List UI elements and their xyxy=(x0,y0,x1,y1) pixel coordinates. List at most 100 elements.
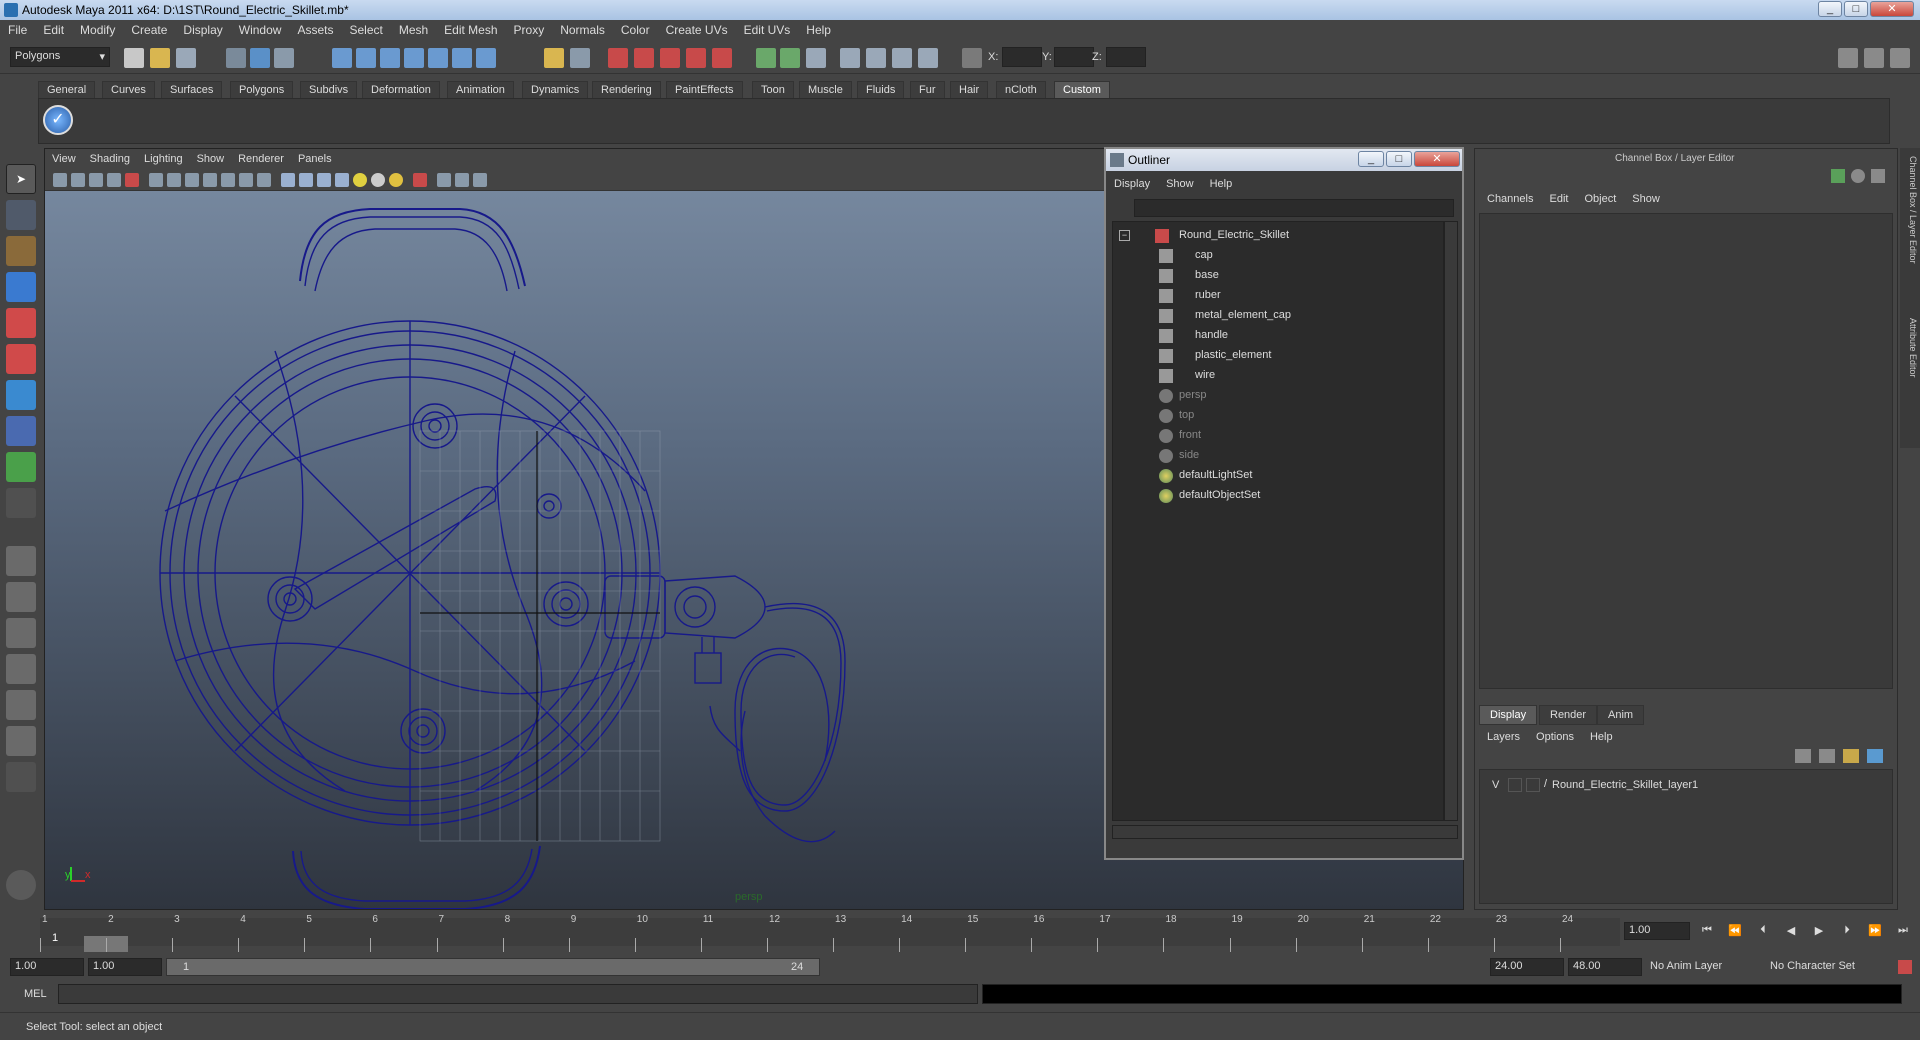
tab-painteffects[interactable]: PaintEffects xyxy=(666,81,743,98)
xray-icon[interactable] xyxy=(413,173,427,187)
character-set-dropdown[interactable]: No Character Set xyxy=(1770,960,1855,972)
viewport-menu-shading[interactable]: Shading xyxy=(83,149,137,165)
tool-settings-icon[interactable] xyxy=(918,48,938,68)
tab-rendering[interactable]: Rendering xyxy=(592,81,661,98)
outliner-item[interactable]: plastic_element xyxy=(1113,346,1443,366)
menu-create-uvs[interactable]: Create UVs xyxy=(658,20,736,37)
outliner-item[interactable]: metal_element_cap xyxy=(1113,306,1443,326)
camera-icon[interactable] xyxy=(840,48,860,68)
collapse-icon[interactable]: − xyxy=(1119,230,1130,241)
step-back-key-icon[interactable]: ⏪ xyxy=(1726,924,1744,940)
outliner-horizontal-scrollbar[interactable] xyxy=(1112,825,1458,839)
ipr-render-icon[interactable] xyxy=(634,48,654,68)
range-slider-bar[interactable]: 1 24 xyxy=(166,958,820,976)
show-menu[interactable]: Show xyxy=(1624,193,1668,205)
tab-animation[interactable]: Animation xyxy=(447,81,514,98)
channels-menu[interactable]: Channels xyxy=(1479,193,1541,205)
playback-start-field[interactable]: 1.00 xyxy=(88,958,162,976)
start-time-field[interactable]: 1.00 xyxy=(10,958,84,976)
outliner-close-button[interactable]: ✕ xyxy=(1414,151,1460,167)
maximize-button[interactable]: □ xyxy=(1844,1,1868,17)
new-scene-icon[interactable] xyxy=(124,48,144,68)
layer-color-swatch[interactable] xyxy=(1526,778,1540,792)
end-time-field[interactable]: 48.00 xyxy=(1568,958,1642,976)
outliner-menu-help[interactable]: Help xyxy=(1202,175,1241,190)
outliner-item[interactable]: wire xyxy=(1113,366,1443,386)
all-lights-icon[interactable] xyxy=(371,173,385,187)
anim-layer-dropdown[interactable]: No Anim Layer xyxy=(1650,960,1722,972)
new-layer-icon[interactable] xyxy=(1843,749,1859,763)
snap-view-plane-icon[interactable] xyxy=(404,48,424,68)
tab-fur[interactable]: Fur xyxy=(910,81,945,98)
lock-icon[interactable] xyxy=(544,48,564,68)
manipulator-icon[interactable] xyxy=(1851,169,1865,183)
channel-icon[interactable] xyxy=(892,48,912,68)
tab-anim[interactable]: Anim xyxy=(1597,705,1645,725)
y-field[interactable] xyxy=(1054,47,1094,67)
outliner-item[interactable]: persp xyxy=(1113,386,1443,406)
viewport-menu-renderer[interactable]: Renderer xyxy=(231,149,291,165)
layer-row[interactable]: V / Round_Electric_Skillet_layer1 xyxy=(1486,776,1886,796)
help-icon[interactable] xyxy=(476,48,496,68)
menu-color[interactable]: Color xyxy=(613,20,658,37)
outliner-item[interactable]: ruber xyxy=(1113,286,1443,306)
grid-icon[interactable] xyxy=(149,173,163,187)
options-menu[interactable]: Options xyxy=(1528,731,1582,743)
go-to-end-icon[interactable]: ⏭ xyxy=(1894,924,1912,940)
move-tool-icon[interactable] xyxy=(6,272,36,302)
menu-select[interactable]: Select xyxy=(341,20,390,37)
wireframe-on-shaded-icon[interactable] xyxy=(317,173,331,187)
render-view-icon[interactable] xyxy=(712,48,732,68)
relative-transform-icon[interactable] xyxy=(962,48,982,68)
viewport-menu-show[interactable]: Show xyxy=(190,149,232,165)
render-settings-icon[interactable] xyxy=(660,48,680,68)
play-backwards-icon[interactable]: ◀ xyxy=(1782,924,1800,940)
render-region-icon[interactable] xyxy=(570,48,590,68)
outliner-item[interactable]: top xyxy=(1113,406,1443,426)
select-hierarchy-icon[interactable] xyxy=(226,48,246,68)
menu-edit[interactable]: Edit xyxy=(35,20,72,37)
resolution-gate-icon[interactable] xyxy=(185,173,199,187)
tab-custom[interactable]: Custom xyxy=(1054,81,1110,98)
viewport-menu-view[interactable]: View xyxy=(45,149,83,165)
attribute-editor-toggle-icon[interactable] xyxy=(1838,48,1858,68)
history-icon[interactable] xyxy=(452,48,472,68)
select-by-name-icon[interactable] xyxy=(780,48,800,68)
tab-dynamics[interactable]: Dynamics xyxy=(522,81,589,98)
outliner-filter-field[interactable] xyxy=(1134,199,1454,217)
step-back-frame-icon[interactable]: ⏴ xyxy=(1754,924,1772,940)
camera-attributes-icon[interactable] xyxy=(71,173,85,187)
snap-grid-icon[interactable] xyxy=(332,48,352,68)
bookmark-icon[interactable] xyxy=(89,173,103,187)
menu-window[interactable]: Window xyxy=(231,20,290,37)
textured-icon[interactable] xyxy=(335,173,349,187)
outliner-maximize-button[interactable]: □ xyxy=(1386,151,1412,167)
viewport-menu-lighting[interactable]: Lighting xyxy=(137,149,190,165)
mel-label[interactable]: MEL xyxy=(24,988,47,1000)
soft-modification-icon[interactable] xyxy=(6,416,36,446)
tab-deformation[interactable]: Deformation xyxy=(362,81,440,98)
universal-manipulator-icon[interactable] xyxy=(6,380,36,410)
snap-point-icon[interactable] xyxy=(380,48,400,68)
menu-proxy[interactable]: Proxy xyxy=(506,20,553,37)
menu-file[interactable]: File xyxy=(0,20,35,37)
outliner-item[interactable]: side xyxy=(1113,446,1443,466)
outliner-item[interactable]: defaultLightSet xyxy=(1113,466,1443,486)
last-tool-icon[interactable] xyxy=(6,488,36,518)
menu-mesh[interactable]: Mesh xyxy=(391,20,436,37)
open-scene-icon[interactable] xyxy=(150,48,170,68)
go-to-start-icon[interactable]: ⏮ xyxy=(1698,924,1716,940)
current-time-field[interactable]: 1.00 xyxy=(1624,922,1690,940)
menu-edit-uvs[interactable]: Edit UVs xyxy=(736,20,799,37)
tab-muscle[interactable]: Muscle xyxy=(799,81,852,98)
outliner-item[interactable]: defaultObjectSet xyxy=(1113,486,1443,506)
persp-outliner-layout-icon[interactable] xyxy=(6,618,36,648)
hand-icon[interactable] xyxy=(6,870,36,900)
x-field[interactable] xyxy=(1002,47,1042,67)
isolate-select-icon[interactable] xyxy=(437,173,451,187)
layer-visibility-toggle[interactable]: V xyxy=(1492,779,1499,791)
show-tool-settings-icon[interactable] xyxy=(806,48,826,68)
lasso-tool-icon[interactable] xyxy=(6,200,36,230)
tab-toon[interactable]: Toon xyxy=(752,81,794,98)
tab-render[interactable]: Render xyxy=(1539,705,1598,725)
